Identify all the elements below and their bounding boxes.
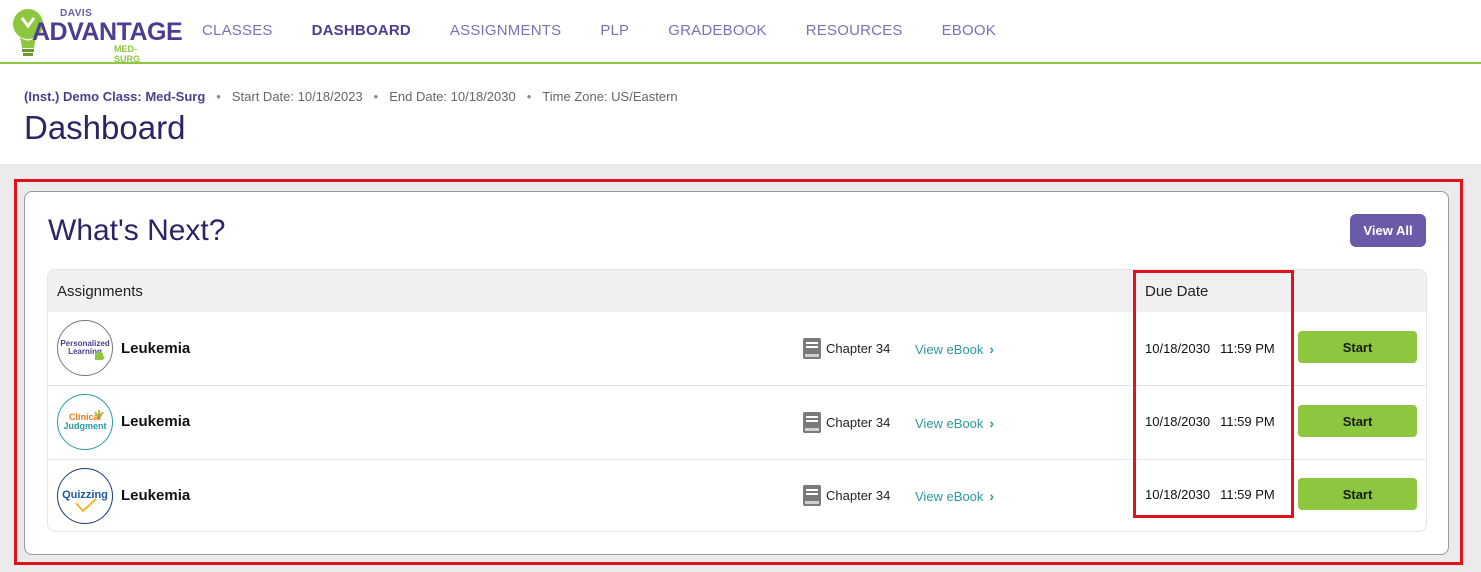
davis-advantage-logo[interactable]: DAVIS ADVANTAGE MED-SURG xyxy=(10,4,183,64)
chapter-label: Chapter 34 xyxy=(826,415,891,430)
assignment-name[interactable]: Leukemia xyxy=(121,340,190,357)
view-ebook-link[interactable]: View eBook › xyxy=(915,488,994,504)
assignment-name[interactable]: Leukemia xyxy=(121,413,190,430)
chevron-right-icon: › xyxy=(989,415,995,431)
quizzing-badge: Quizzing xyxy=(57,468,113,524)
start-button[interactable]: Start xyxy=(1298,478,1417,510)
nav-plp[interactable]: PLP xyxy=(600,22,629,39)
brand-med-surg: MED-SURG xyxy=(114,44,141,64)
start-button[interactable]: Start xyxy=(1298,405,1417,437)
nav-ebook[interactable]: EBOOK xyxy=(942,22,996,39)
book-icon xyxy=(803,412,821,433)
start-button[interactable]: Start xyxy=(1298,331,1417,363)
chevron-right-icon: › xyxy=(989,488,995,504)
view-ebook-label: View eBook xyxy=(915,341,984,357)
badge-line: Judgment xyxy=(63,421,107,431)
due-date-highlight xyxy=(1133,270,1294,518)
view-ebook-link[interactable]: View eBook › xyxy=(915,341,994,357)
page-title: Dashboard xyxy=(24,109,186,146)
nav-gradebook[interactable]: GRADEBOOK xyxy=(668,22,767,39)
chapter-label: Chapter 34 xyxy=(826,488,891,503)
meta-separator: • xyxy=(526,89,532,104)
view-all-button[interactable]: View All xyxy=(1350,214,1426,247)
page-header: (Inst.) Demo Class: Med-Surg • Start Dat… xyxy=(0,66,1481,164)
chapter-label: Chapter 34 xyxy=(826,341,891,356)
column-assignments: Assignments xyxy=(57,283,143,300)
class-name: (Inst.) Demo Class: Med-Surg xyxy=(24,89,206,104)
brand-advantage: ADVANTAGE xyxy=(32,18,183,46)
book-icon xyxy=(803,338,821,359)
end-date: End Date: 10/18/2030 xyxy=(389,89,516,104)
view-ebook-label: View eBook xyxy=(915,488,984,504)
book-icon xyxy=(803,485,821,506)
whats-next-title: What's Next? xyxy=(48,214,226,247)
nav-resources[interactable]: RESOURCES xyxy=(806,22,903,39)
assignment-name[interactable]: Leukemia xyxy=(121,487,190,504)
puzzle-icon xyxy=(95,351,105,360)
clinical-judgment-badge: Clinical Judgment xyxy=(57,394,113,450)
checkmark-icon xyxy=(75,499,97,513)
scale-icon xyxy=(94,410,104,420)
view-ebook-label: View eBook xyxy=(915,415,984,431)
nav-classes[interactable]: CLASSES xyxy=(202,22,273,39)
main-nav: CLASSES DASHBOARD ASSIGNMENTS PLP GRADEB… xyxy=(202,22,1035,39)
meta-separator: • xyxy=(216,89,221,104)
nav-dashboard[interactable]: DASHBOARD xyxy=(312,22,411,39)
time-zone: Time Zone: US/Eastern xyxy=(542,89,678,104)
nav-assignments[interactable]: ASSIGNMENTS xyxy=(450,22,561,39)
top-navigation-bar: DAVIS ADVANTAGE MED-SURG CLASSES DASHBOA… xyxy=(0,0,1481,64)
start-date: Start Date: 10/18/2023 xyxy=(231,89,363,104)
class-meta: (Inst.) Demo Class: Med-Surg • Start Dat… xyxy=(24,89,678,104)
view-ebook-link[interactable]: View eBook › xyxy=(915,415,994,431)
chevron-right-icon: › xyxy=(989,341,995,357)
meta-separator: • xyxy=(373,89,379,104)
personalized-learning-badge: Personalized Learning xyxy=(57,320,113,376)
